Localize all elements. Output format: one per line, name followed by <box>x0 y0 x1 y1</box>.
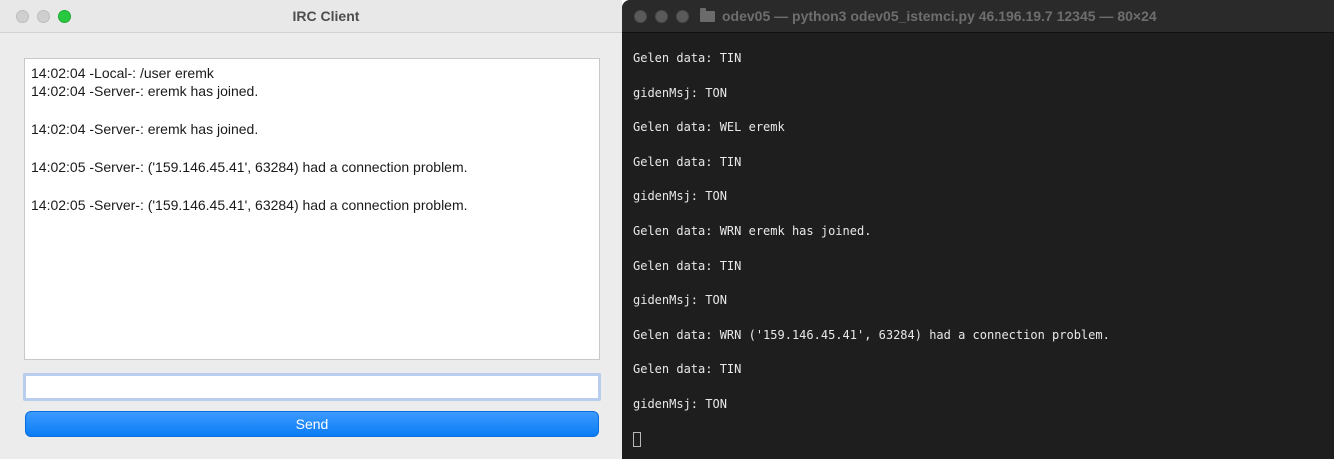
terminal-line: gidenMsj: TON <box>633 85 727 100</box>
terminal-line: Gelen data: TIN <box>633 51 742 65</box>
terminal-line: gidenMsj: TON <box>633 293 727 308</box>
irc-window-title: IRC Client <box>292 8 360 24</box>
irc-client-window: IRC Client 14:02:04 -Local-: /user eremk… <box>0 0 622 459</box>
close-window-icon[interactable] <box>634 10 647 23</box>
terminal-line: Gelen data: TIN <box>633 258 742 273</box>
chat-message: 14:02:04 -Server-: eremk has joined. <box>31 83 259 99</box>
chat-message: 14:02:04 -Server-: eremk has joined. <box>31 121 259 137</box>
chat-message: 14:02:04 -Local-: /user eremk <box>31 65 214 81</box>
terminal-cursor <box>633 431 641 447</box>
terminal-titlebar[interactable]: odev05 — python3 odev05_istemci.py 46.19… <box>622 0 1334 33</box>
send-button[interactable]: Send <box>25 411 599 437</box>
terminal-window: odev05 — python3 odev05_istemci.py 46.19… <box>622 0 1334 459</box>
zoom-window-icon[interactable] <box>676 10 689 23</box>
message-input[interactable] <box>23 373 601 401</box>
terminal-window-title: odev05 — python3 odev05_istemci.py 46.19… <box>722 8 1157 24</box>
terminal-line: Gelen data: WEL eremk <box>633 120 785 135</box>
chat-message: 14:02:05 -Server-: ('159.146.45.41', 632… <box>31 159 468 175</box>
minimize-window-icon[interactable] <box>655 10 668 23</box>
terminal-line: gidenMsj: TON <box>633 396 727 411</box>
folder-icon <box>700 8 715 22</box>
terminal-line: Gelen data: TIN <box>633 154 742 169</box>
terminal-output[interactable]: Gelen data: TIN gidenMsj: TON Gelen data… <box>633 49 1334 459</box>
terminal-line: gidenMsj: TON <box>633 189 727 204</box>
irc-titlebar[interactable]: IRC Client <box>0 0 622 33</box>
terminal-line: Gelen data: WRN ('159.146.45.41', 63284)… <box>633 327 1110 342</box>
chat-message: 14:02:05 -Server-: ('159.146.45.41', 632… <box>31 197 468 213</box>
chat-log[interactable]: 14:02:04 -Local-: /user eremk 14:02:04 -… <box>24 58 600 360</box>
terminal-line: Gelen data: WRN eremk has joined. <box>633 223 872 238</box>
terminal-prompt-line <box>633 430 1334 459</box>
terminal-line: Gelen data: TIN <box>633 362 742 377</box>
